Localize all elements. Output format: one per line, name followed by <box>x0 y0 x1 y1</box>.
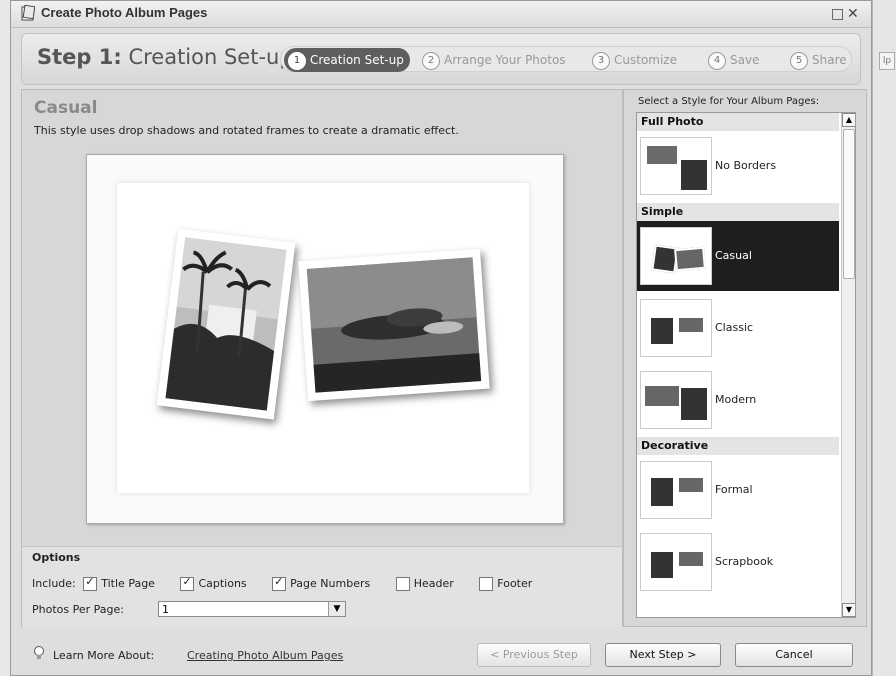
step-4-number: 4 <box>708 51 726 70</box>
chevron-down-icon[interactable]: ▼ <box>328 602 345 616</box>
dialog-footer: Learn More About: Creating Photo Album P… <box>11 631 871 675</box>
step-1-number: 1 <box>288 51 306 70</box>
page-numbers-checkbox[interactable] <box>272 575 287 591</box>
photos-per-page-select[interactable]: 1 ▼ <box>158 601 346 617</box>
palm-trees-image <box>165 237 287 411</box>
include-row: Include: Title Page Captions Page Number… <box>32 575 550 591</box>
preview-photo-palm-trees <box>156 228 296 420</box>
footer-option[interactable]: Footer <box>475 577 532 591</box>
step-number-label: Step 1: <box>37 45 122 69</box>
step-title: Creation Set-up <box>128 45 293 69</box>
background-app-right: lp <box>872 0 896 676</box>
lightbulb-icon <box>34 646 44 659</box>
step-1-creation-setup[interactable]: 1 Creation Set-up <box>284 48 410 72</box>
title-page-label: Title Page <box>101 577 155 590</box>
modern-label: Modern <box>715 393 757 406</box>
formal-thumbnail <box>640 461 712 519</box>
classic-thumbnail <box>640 299 712 357</box>
style-item-scrapbook[interactable]: Scrapbook <box>637 527 839 597</box>
step-5-share[interactable]: 5 Share <box>790 48 847 72</box>
style-item-modern[interactable]: Modern <box>637 365 839 435</box>
background-app-left <box>0 0 10 676</box>
step-2-number: 2 <box>422 51 440 70</box>
header-label: Header <box>413 577 454 590</box>
preview-photo-ocean-sky <box>298 248 490 402</box>
dialog-window: Create Photo Album Pages □ ✕ Step 1: Cre… <box>10 0 872 676</box>
scroll-down-icon[interactable]: ▼ <box>842 603 855 617</box>
photos-per-page-value: 1 <box>162 603 169 616</box>
style-item-casual[interactable]: Casual <box>637 221 839 291</box>
ocean-sky-image <box>306 257 482 393</box>
options-title: Options <box>32 551 81 564</box>
close-button[interactable]: ✕ <box>847 6 859 22</box>
window-title: Create Photo Album Pages <box>41 5 208 20</box>
captions-option[interactable]: Captions <box>176 575 247 591</box>
header-checkbox[interactable] <box>395 577 410 591</box>
style-description: This style uses drop shadows and rotated… <box>34 124 459 137</box>
learn-more-label: Learn More About: <box>53 649 155 662</box>
step-3-number: 3 <box>592 51 610 70</box>
step-bar: Step 1: Creation Set-up 1 Creation Set-up… <box>21 33 861 85</box>
captions-label: Captions <box>198 577 247 590</box>
page-preview <box>86 154 564 524</box>
step-5-number: 5 <box>790 51 808 70</box>
scrapbook-label: Scrapbook <box>715 555 774 568</box>
page-numbers-label: Page Numbers <box>290 577 371 590</box>
modern-thumbnail <box>640 371 712 429</box>
step-heading: Step 1: Creation Set-up <box>37 45 293 69</box>
background-app-text: lp <box>879 52 895 70</box>
next-step-button[interactable]: Next Step > <box>605 643 721 667</box>
no-borders-thumbnail <box>640 137 712 195</box>
style-list: Full Photo No Borders Simple Casual Clas… <box>636 112 856 618</box>
captions-checkbox[interactable] <box>180 575 195 591</box>
style-item-formal[interactable]: Formal <box>637 455 839 525</box>
title-bar: Create Photo Album Pages □ ✕ <box>11 1 871 28</box>
options-panel: Options Include: Title Page Captions Pag… <box>22 546 622 627</box>
group-simple: Simple <box>637 203 839 221</box>
casual-label: Casual <box>715 249 752 262</box>
step-3-label: Customize <box>614 53 677 67</box>
photo-album-icon <box>21 5 35 21</box>
style-name: Casual <box>34 98 98 118</box>
style-selector-pane: Select a Style for Your Album Pages: Ful… <box>623 89 867 627</box>
style-item-classic[interactable]: Classic <box>637 293 839 363</box>
classic-label: Classic <box>715 321 754 334</box>
style-selector-label: Select a Style for Your Album Pages: <box>638 96 820 107</box>
footer-checkbox[interactable] <box>479 577 494 591</box>
step-1-label: Creation Set-up <box>310 53 404 67</box>
casual-thumbnail <box>640 227 712 285</box>
page-numbers-option[interactable]: Page Numbers <box>268 575 371 591</box>
title-page-option[interactable]: Title Page <box>79 575 155 591</box>
restore-button[interactable]: □ <box>831 6 844 22</box>
include-label: Include: <box>32 577 76 590</box>
header-option[interactable]: Header <box>392 577 454 591</box>
preview-pane: Casual This style uses drop shadows and … <box>21 89 623 627</box>
scrapbook-thumbnail <box>640 533 712 591</box>
no-borders-label: No Borders <box>715 159 777 172</box>
step-4-save[interactable]: 4 Save <box>708 48 759 72</box>
step-2-arrange-photos[interactable]: 2 Arrange Your Photos <box>422 48 566 72</box>
cancel-button[interactable]: Cancel <box>735 643 853 667</box>
photos-per-page-label: Photos Per Page: <box>32 603 124 616</box>
step-5-label: Share <box>812 53 847 67</box>
step-3-customize[interactable]: 3 Customize <box>592 48 677 72</box>
step-4-label: Save <box>730 53 760 67</box>
group-decorative: Decorative <box>637 437 839 455</box>
title-page-checkbox[interactable] <box>83 575 98 591</box>
footer-label: Footer <box>497 577 533 590</box>
style-list-scrollbar[interactable]: ▲ ▼ <box>841 113 855 617</box>
group-full-photo: Full Photo <box>637 113 839 131</box>
previous-step-button[interactable]: < Previous Step <box>477 643 591 667</box>
formal-label: Formal <box>715 483 753 496</box>
step-2-label: Arrange Your Photos <box>444 53 566 67</box>
scrollbar-thumb[interactable] <box>843 129 855 279</box>
learn-more-link[interactable]: Creating Photo Album Pages <box>187 649 343 662</box>
style-item-no-borders[interactable]: No Borders <box>637 131 839 201</box>
scroll-up-icon[interactable]: ▲ <box>842 113 855 127</box>
page-preview-inner <box>117 183 529 493</box>
